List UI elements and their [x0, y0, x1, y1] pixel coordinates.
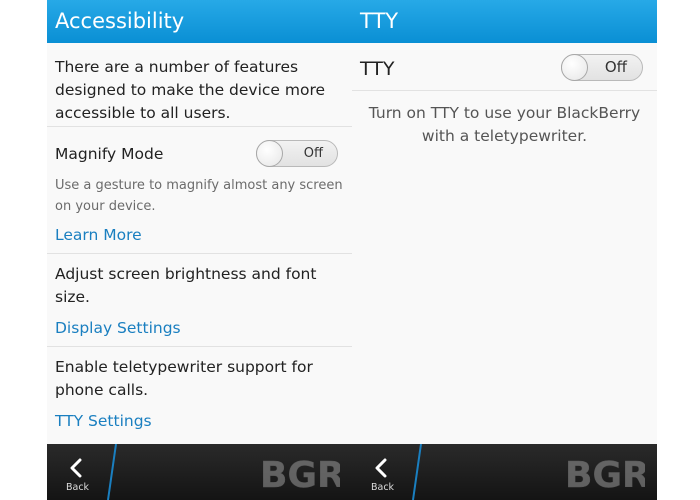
page-title: TTY: [360, 9, 399, 33]
back-arrow-icon: [375, 458, 387, 478]
magnify-mode-label: Magnify Mode: [55, 145, 164, 163]
back-button[interactable]: Back: [352, 444, 410, 500]
tty-label: TTY: [360, 58, 395, 80]
action-bar: Back BGR: [352, 444, 657, 500]
tty-toggle[interactable]: Off: [561, 54, 643, 81]
toggle-state: Off: [604, 58, 627, 76]
back-button[interactable]: Back: [47, 444, 105, 500]
toggle-state: Off: [303, 146, 323, 161]
back-arrow-icon: [70, 458, 82, 478]
tty-description: Enable teletypewriter support for phone …: [55, 358, 313, 399]
back-label: Back: [371, 482, 395, 493]
divider: [47, 346, 352, 347]
svg-text:BGR: BGR: [565, 456, 645, 490]
divider: [47, 253, 352, 254]
title-bar: Accessibility: [47, 0, 352, 43]
back-label: Back: [66, 482, 90, 493]
divider-slash-icon: [412, 444, 422, 500]
toggle-knob: [561, 54, 588, 81]
bgr-watermark: BGR: [565, 456, 645, 490]
accessibility-screen: Accessibility There are a number of feat…: [47, 0, 352, 500]
tty-description: Turn on TTY to use your BlackBerry with …: [368, 104, 641, 145]
learn-more-link[interactable]: Learn More: [55, 224, 142, 246]
display-description: Adjust screen brightness and font size.: [55, 265, 317, 306]
magnify-mode-toggle[interactable]: Off: [256, 140, 338, 167]
tty-screen: TTY TTY Off Turn on TTY to use your Blac…: [352, 0, 657, 500]
magnify-mode-description: Use a gesture to magnify almost any scre…: [55, 178, 343, 214]
intro-text: There are a number of features designed …: [55, 58, 326, 122]
toggle-knob: [256, 140, 283, 167]
action-bar: Back BGR: [47, 444, 352, 500]
display-settings-link[interactable]: Display Settings: [55, 317, 181, 339]
divider-slash-icon: [107, 444, 117, 500]
divider: [352, 90, 657, 91]
title-bar: TTY: [352, 0, 657, 43]
tty-settings-link[interactable]: TTY Settings: [55, 410, 152, 432]
bgr-watermark: BGR: [260, 456, 340, 490]
svg-text:BGR: BGR: [260, 456, 340, 490]
page-title: Accessibility: [55, 9, 185, 33]
divider: [47, 126, 352, 127]
